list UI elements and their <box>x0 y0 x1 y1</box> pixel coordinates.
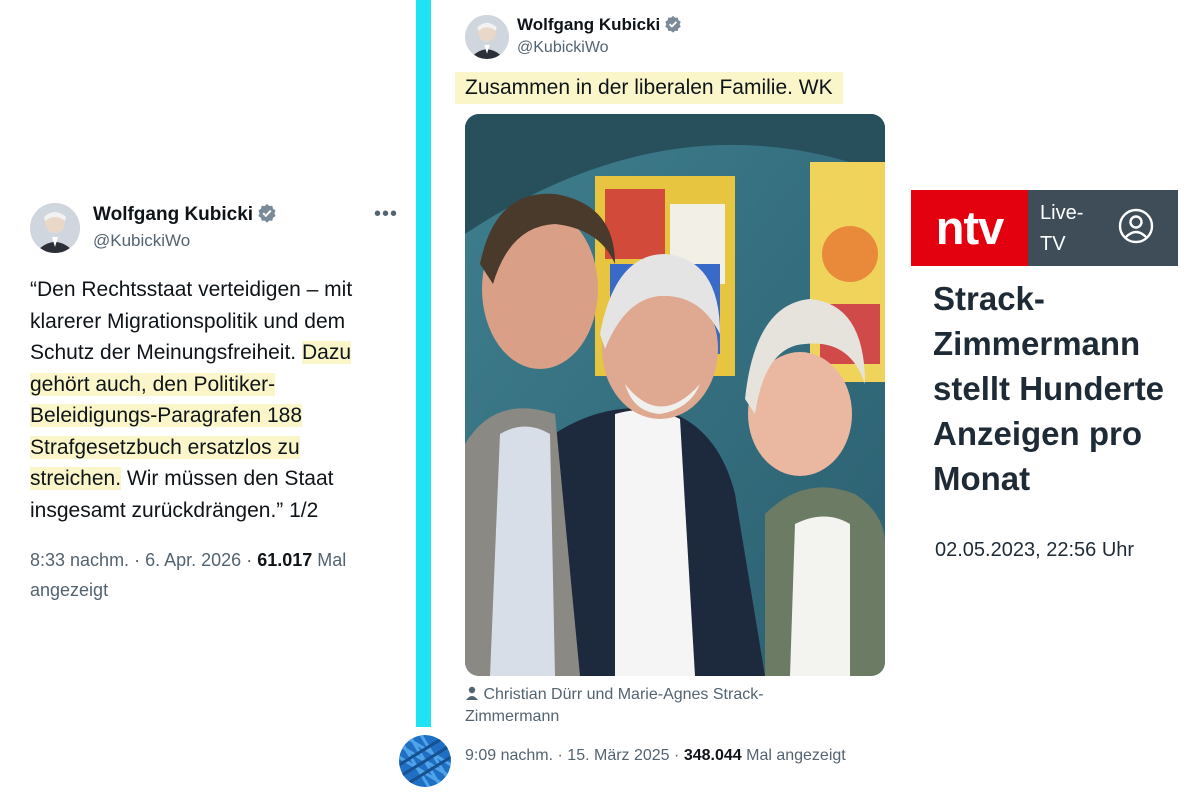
tweet-text: Zusammen in der liberalen Familie. WK <box>455 72 843 104</box>
text-segment: Schutz der Meinungsfreiheit. <box>30 341 302 364</box>
tweet-photo[interactable] <box>465 114 885 676</box>
tweet-text-line: Strafgesetzbuch ersatzlos zu <box>30 432 410 464</box>
author-name[interactable]: Wolfgang Kubicki <box>517 15 660 34</box>
meta-separator: · <box>557 747 568 764</box>
author-handle[interactable]: @KubickiWo <box>517 39 609 57</box>
verified-badge-icon <box>257 203 277 223</box>
tweet-date[interactable]: 6. Apr. 2026 <box>145 550 241 570</box>
tweet-text: “Den Rechtsstaat verteidigen – mit klarer… <box>30 274 410 526</box>
text-segment: “Den Rechtsstaat verteidigen – mit <box>30 278 353 301</box>
tweet-text-line: Beleidigungs-Paragrafen 188 <box>30 400 410 432</box>
more-icon[interactable]: ••• <box>374 203 398 226</box>
text-segment: insgesamt zurückdrängen.” 1/2 <box>30 498 319 522</box>
live-tv-link[interactable]: Live- TV <box>1040 198 1083 260</box>
view-count: 61.017 <box>257 550 313 570</box>
author-name-row: Wolfgang Kubicki <box>517 15 682 35</box>
headline-line: Strack- <box>933 280 1045 317</box>
live-tv-line-2: TV <box>1040 233 1066 255</box>
meta-separator: · <box>674 747 684 764</box>
tweet-text-line: gehört auch, den Politiker- <box>30 369 410 401</box>
caption-line-2: Zimmermann <box>465 708 560 725</box>
article-datetime: 02.05.2023, 22:56 Uhr <box>935 539 1135 561</box>
author-name[interactable]: Wolfgang Kubicki <box>93 204 253 225</box>
account-icon[interactable] <box>1117 207 1155 250</box>
highlighted-text: Strafgesetzbuch ersatzlos zu <box>30 435 300 459</box>
tweet-date[interactable]: 15. März 2025 <box>567 747 669 764</box>
headline-line: Zimmermann <box>933 325 1141 362</box>
views-label: Mal <box>317 550 347 570</box>
views-label-2: angezeigt <box>30 580 109 600</box>
headline-line: stellt Hunderte <box>933 370 1165 407</box>
article-headline[interactable]: Strack- Zimmermann stellt Hunderte Anzeigen… <box>933 276 1193 501</box>
tweet-text-line: Schutz der Meinungsfreiheit. Dazu <box>30 337 410 369</box>
tweet-meta: 8:33 nachm. · 6. Apr. 2026 · 61.017 Mal … <box>30 545 410 605</box>
meta-separator: · <box>134 550 146 570</box>
verified-badge-icon <box>664 15 682 33</box>
ntv-logo[interactable]: ntv <box>911 190 1028 266</box>
views-label: Mal angezeigt <box>746 747 846 764</box>
profile-badge-image <box>399 735 451 787</box>
highlighted-text: Beleidigungs-Paragrafen 188 <box>30 404 303 427</box>
author-avatar[interactable] <box>465 15 509 59</box>
author-name-row: Wolfgang Kubicki <box>93 203 277 226</box>
tweet-text-line: “Den Rechtsstaat verteidigen – mit <box>30 274 410 306</box>
author-avatar[interactable] <box>30 203 80 253</box>
tweet-meta: 9:09 nachm. · 15. März 2025 · 348.044 Ma… <box>465 742 846 770</box>
tweet-text-line: insgesamt zurückdrängen.” 1/2 <box>30 495 410 527</box>
live-tv-line-1: Live- <box>1040 202 1084 224</box>
tweet-time[interactable]: 8:33 nachm. <box>30 550 129 570</box>
tweet-text-line: streichen. Wir müssen den Staat <box>30 463 410 495</box>
highlighted-text: gehört auch, den Politiker- <box>30 372 276 396</box>
highlighted-text: Dazu <box>301 341 352 364</box>
headline-line: Anzeigen pro <box>933 415 1143 452</box>
text-segment: klarerer Migrationspolitik und dem <box>30 309 346 333</box>
text-segment: Wir müssen den Staat <box>121 467 334 490</box>
person-icon <box>465 686 479 703</box>
tweet-text-line: klarerer Migrationspolitik und dem <box>30 306 410 338</box>
author-handle[interactable]: @KubickiWo <box>93 231 190 251</box>
highlighted-text: streichen. <box>30 467 122 490</box>
meta-separator: · <box>246 550 258 570</box>
tweet-time[interactable]: 9:09 nachm. <box>465 747 553 764</box>
view-count: 348.044 <box>683 747 742 764</box>
caption-line-1: Christian Dürr und Marie-Agnes Strack- <box>483 686 764 703</box>
photo-caption: Christian Dürr und Marie-Agnes Strack- Z… <box>465 684 885 728</box>
divider-bar <box>416 0 431 727</box>
headline-line: Monat <box>933 460 1031 497</box>
